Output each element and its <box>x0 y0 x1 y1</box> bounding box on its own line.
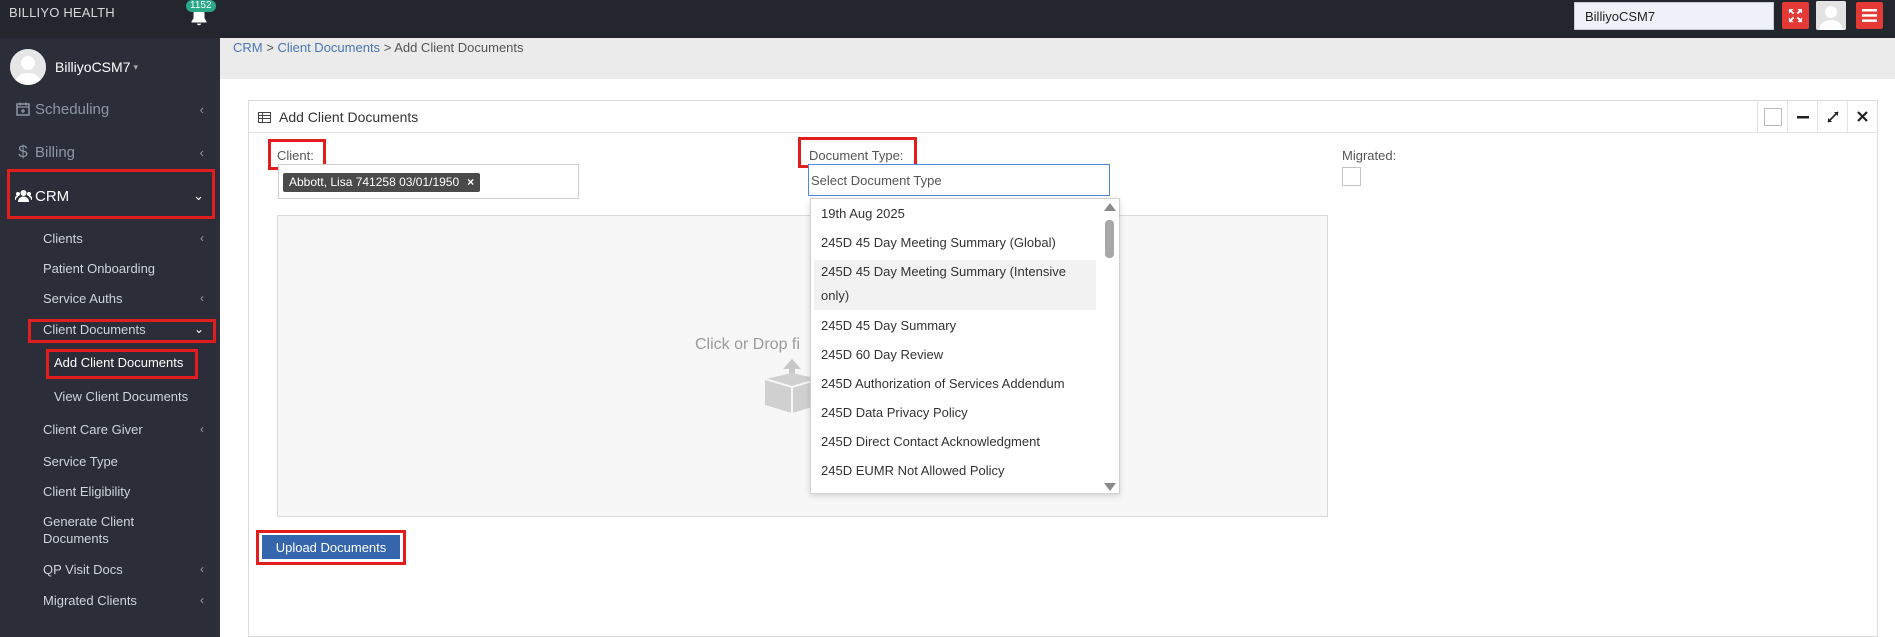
scroll-up-icon[interactable] <box>1104 203 1116 211</box>
sidebar-item-label: Patient Onboarding <box>43 260 156 276</box>
panel-controls <box>1757 101 1877 133</box>
dropdown-option[interactable]: 245D Authorization of Services Addendum <box>814 372 1096 396</box>
chevron-left-icon: ‹ <box>200 593 204 607</box>
brand-name: BILLIYO HEALTH <box>9 5 115 20</box>
sidebar-item-label: Add Client Documents <box>54 354 184 370</box>
chevron-left-icon: ‹ <box>200 291 204 305</box>
panel-expand-button[interactable] <box>1817 101 1847 132</box>
sidebar-item-label: Clients <box>43 230 83 246</box>
sidebar-item-label: Client Eligibility <box>43 483 131 499</box>
sidebar-item-scheduling[interactable]: Scheduling ‹ <box>0 92 220 126</box>
hamburger-menu-button[interactable] <box>1856 2 1883 29</box>
sidebar-item-clients[interactable]: Clients ‹ <box>0 225 220 251</box>
client-chip-label: Abbott, Lisa 741258 03/01/1950 <box>289 175 460 189</box>
dropdown-option[interactable]: 245D 45 Day Meeting Summary (Global) <box>814 231 1096 255</box>
chevron-left-icon: ‹ <box>200 422 204 436</box>
scrollbar-thumb[interactable] <box>1105 220 1114 258</box>
user-select[interactable]: BilliyoCSM7 <box>1574 2 1774 30</box>
sidebar-item-label: CRM <box>35 187 70 205</box>
top-bar: BILLIYO HEALTH 1152 BilliyoCSM7 <box>0 0 1895 38</box>
sidebar-item-label: Migrated Clients <box>43 592 137 608</box>
dropdown-option[interactable]: 19th Aug 2025 <box>814 202 1096 226</box>
chevron-down-icon: ⌄ <box>193 188 204 203</box>
dropdown-option-highlighted[interactable]: 245D 45 Day Meeting Summary (Intensive o… <box>814 260 1096 310</box>
document-type-dropdown: 19th Aug 2025 245D 45 Day Meeting Summar… <box>810 198 1120 494</box>
panel-close-button[interactable] <box>1847 101 1877 132</box>
sidebar-item-service-auths[interactable]: Service Auths ‹ <box>0 285 220 311</box>
dropdown-option[interactable]: 245D Direct Contact Acknowledgment <box>814 430 1096 454</box>
dropdown-scrollbar[interactable] <box>1101 199 1119 493</box>
chip-remove-icon[interactable]: × <box>467 175 474 189</box>
chevron-left-icon: ‹ <box>199 101 204 117</box>
users-icon <box>14 189 32 203</box>
sidebar-item-billing[interactable]: $ Billing ‹ <box>0 135 220 169</box>
panel-select-checkbox[interactable] <box>1757 101 1787 132</box>
sidebar-item-crm[interactable]: CRM ⌄ <box>0 179 220 213</box>
panel-title: Add Client Documents <box>279 109 419 125</box>
avatar <box>10 49 46 85</box>
breadcrumb: CRM > Client Documents > Add Client Docu… <box>233 40 524 55</box>
table-icon <box>258 111 271 126</box>
dropzone-text: Click or Drop fi <box>695 336 800 353</box>
breadcrumb-separator: > <box>266 40 274 55</box>
chevron-down-icon: ▾ <box>133 61 138 72</box>
upload-documents-button[interactable]: Upload Documents <box>262 535 400 559</box>
sidebar-item-patient-onboarding[interactable]: Patient Onboarding <box>0 255 220 281</box>
breadcrumb-current: Add Client Documents <box>394 40 524 55</box>
client-label: Client: <box>277 148 314 163</box>
migrated-checkbox[interactable] <box>1342 167 1361 186</box>
sidebar-item-label: Service Auths <box>43 290 123 306</box>
chevron-down-icon: ⌄ <box>193 322 204 336</box>
hamburger-icon <box>1862 9 1877 22</box>
scroll-down-icon[interactable] <box>1104 483 1116 491</box>
sidebar-item-generate-client-documents[interactable]: Generate Client Documents <box>0 512 170 548</box>
expand-arrows-icon <box>1788 8 1803 23</box>
sidebar-item-client-documents[interactable]: Client Documents ⌄ <box>0 316 220 342</box>
dropdown-option[interactable]: 245D 60 Day Review <box>814 343 1096 367</box>
profile-name: BilliyoCSM7 <box>55 59 131 75</box>
panel-minimize-button[interactable] <box>1787 101 1817 132</box>
sidebar-item-label: Client Care Giver <box>43 421 143 437</box>
chevron-left-icon: ‹ <box>200 231 204 245</box>
sidebar-item-label: QP Visit Docs <box>43 561 123 577</box>
sidebar-item-client-care-giver[interactable]: Client Care Giver ‹ <box>0 416 220 442</box>
chevron-left-icon: ‹ <box>200 562 204 576</box>
sidebar-profile[interactable]: BilliyoCSM7 ▾ <box>10 47 138 87</box>
sidebar-item-qp-visit-docs[interactable]: QP Visit Docs ‹ <box>0 556 220 582</box>
checkbox-icon <box>1763 107 1782 126</box>
calendar-plus-icon <box>14 102 32 116</box>
sidebar-item-label: Generate Client Documents <box>43 514 135 546</box>
notification-badge: 1152 <box>186 0 216 12</box>
close-icon <box>1857 111 1868 122</box>
sidebar-item-label: Billing <box>35 143 76 161</box>
chevron-left-icon: ‹ <box>199 144 204 160</box>
sidebar-item-label: Service Type <box>43 453 118 469</box>
document-type-input[interactable]: Select Document Type <box>808 164 1110 196</box>
sidebar-item-add-client-documents[interactable]: Add Client Documents <box>0 349 220 375</box>
breadcrumb-crm[interactable]: CRM <box>233 40 263 55</box>
document-type-label: Document Type: <box>809 148 904 163</box>
fullscreen-button[interactable] <box>1782 2 1809 29</box>
sidebar: BilliyoCSM7 ▾ Scheduling ‹ $ Billing ‹ C… <box>0 38 220 637</box>
client-chip: Abbott, Lisa 741258 03/01/1950 × <box>283 173 481 192</box>
client-select[interactable]: Abbott, Lisa 741258 03/01/1950 × <box>278 164 579 199</box>
dropdown-option[interactable]: 245D 45 Day Summary <box>814 314 1096 338</box>
panel-header: Add Client Documents <box>249 101 1877 133</box>
expand-icon <box>1826 110 1839 123</box>
migrated-label: Migrated: <box>1342 148 1397 163</box>
breadcrumb-client-documents[interactable]: Client Documents <box>277 40 380 55</box>
sidebar-item-view-client-documents[interactable]: View Client Documents <box>0 383 220 409</box>
sidebar-item-client-eligibility[interactable]: Client Eligibility <box>0 478 220 504</box>
sidebar-item-service-type[interactable]: Service Type <box>0 448 220 474</box>
sidebar-item-label: Scheduling <box>35 100 110 118</box>
dollar-icon: $ <box>18 142 28 161</box>
sidebar-item-label: View Client Documents <box>54 388 189 404</box>
user-avatar[interactable] <box>1816 1 1846 30</box>
sidebar-item-label: Client Documents <box>43 321 146 337</box>
sidebar-item-migrated-clients[interactable]: Migrated Clients ‹ <box>0 587 220 613</box>
dropdown-option[interactable]: 245D EUMR Not Allowed Policy <box>814 459 1096 483</box>
breadcrumb-separator: > <box>383 40 392 55</box>
minus-icon <box>1796 115 1809 118</box>
dropdown-option[interactable]: 245D Data Privacy Policy <box>814 401 1096 425</box>
